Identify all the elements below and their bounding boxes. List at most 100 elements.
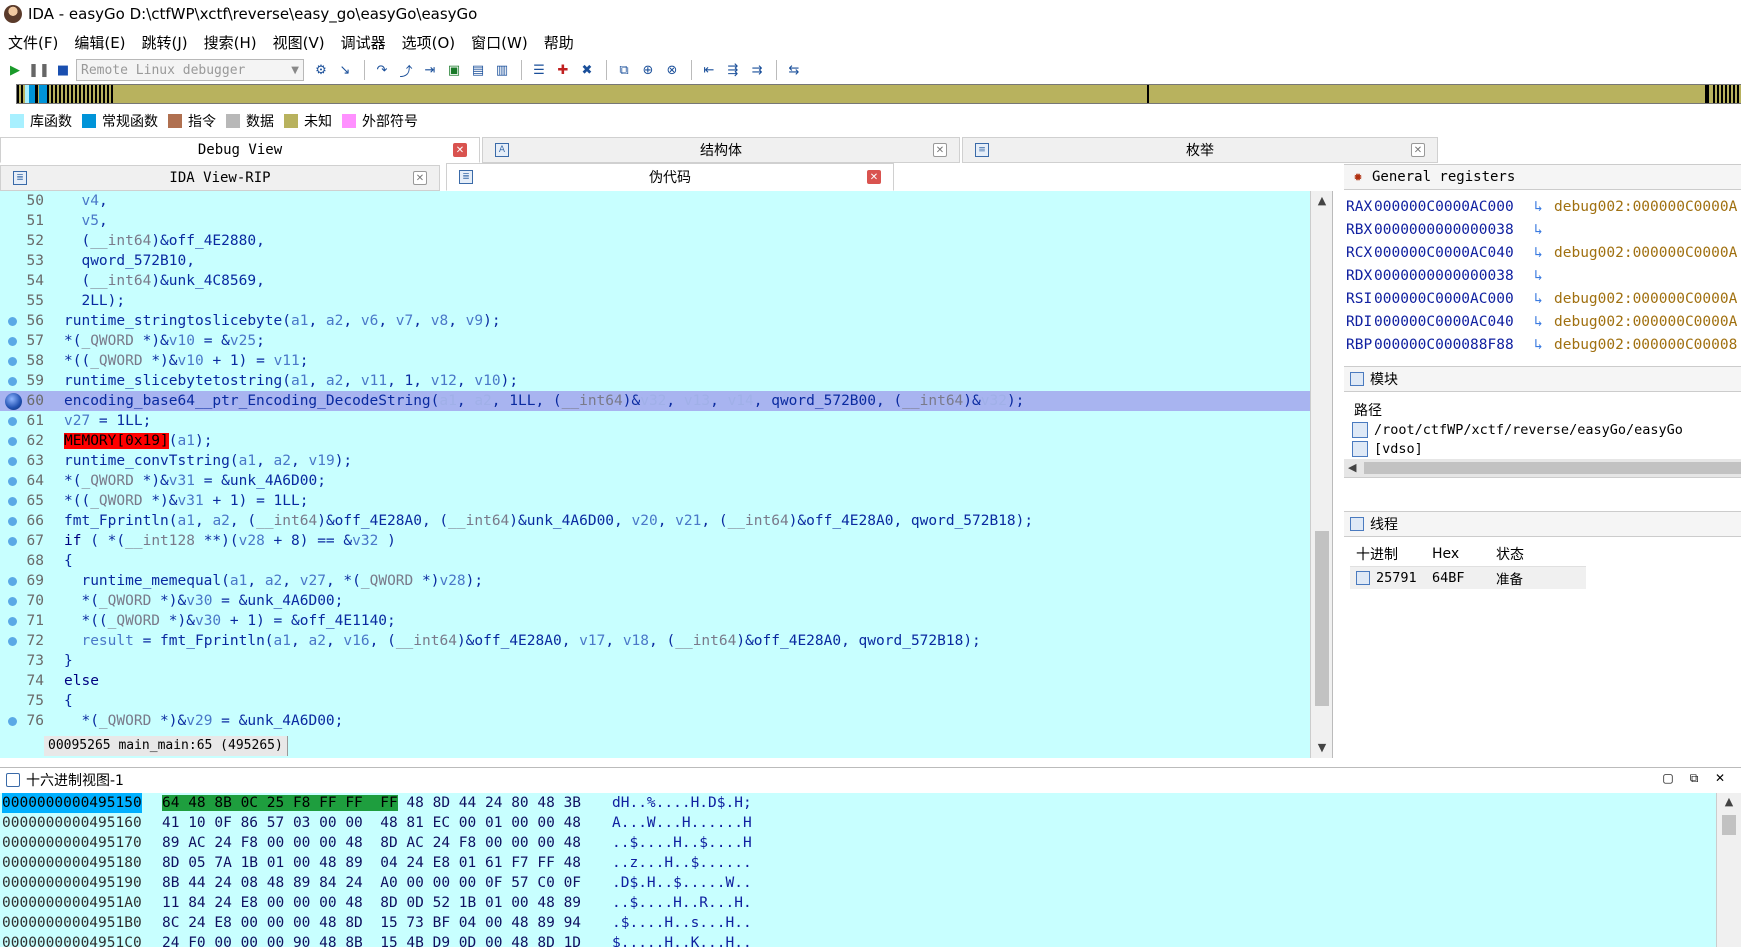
code-line[interactable]: 73} xyxy=(0,651,1310,671)
step-into-icon[interactable]: ↘ xyxy=(334,59,356,81)
hex-row[interactable]: 0000000000495170 89 AC 24 F8 00 00 00 48 … xyxy=(0,833,1716,853)
jump-arrow-icon[interactable]: ↳ xyxy=(1534,242,1554,265)
register-row[interactable]: RDI 000000C0000AC040 ↳ debug002:000000C0000… xyxy=(1344,311,1741,334)
code-line[interactable]: 64 *(_QWORD *)&v31 = &unk_4A6D00; xyxy=(0,471,1310,491)
scrollbar-thumb[interactable] xyxy=(1722,815,1736,835)
register-row[interactable]: RCX 000000C0000AC040 ↳ debug002:000000C0000… xyxy=(1344,242,1741,265)
code-line[interactable]: 57 *(_QWORD *)&v10 = &v25; xyxy=(0,331,1310,351)
hex-row[interactable]: 00000000004951A0 11 84 24 E8 00 00 00 48 … xyxy=(0,893,1716,913)
code-line[interactable]: 75 { xyxy=(0,691,1310,711)
code-line[interactable]: 63 runtime_convTstring(a1, a2, v19); xyxy=(0,451,1310,471)
jump-arrow-icon[interactable]: ↳ xyxy=(1534,288,1554,311)
code-lines[interactable]: 50 v4, 51 v5, 52 (__int64)&off_4E2880, 53 q… xyxy=(0,191,1310,736)
register-row[interactable]: RDX 0000000000000038 ↳ xyxy=(1344,265,1741,288)
scroll-up-icon[interactable]: ▲ xyxy=(1311,191,1333,211)
close-icon[interactable]: ✕ xyxy=(453,143,467,157)
minimize-icon[interactable]: ▢ xyxy=(1655,771,1681,786)
threads-column-state[interactable]: 状态 xyxy=(1490,544,1586,564)
menu-search[interactable]: 搜索(H) xyxy=(196,32,265,53)
tab-ida-view[interactable]: ≣ IDA View-RIP ✕ xyxy=(0,165,440,191)
close-icon[interactable]: ✕ xyxy=(933,143,947,157)
tab-debug-view[interactable]: Debug View ✕ xyxy=(0,137,480,163)
hex-view[interactable]: 0000000000495150 64 48 8B 0C 25 F8 FF FF … xyxy=(0,793,1716,947)
register-row[interactable]: RBP 000000C000088F88 ↳ debug002:000000C0000… xyxy=(1344,334,1741,357)
hex-row[interactable]: 00000000004951C0 24 F0 00 00 00 90 48 8B … xyxy=(0,933,1716,947)
menu-options[interactable]: 选项(O) xyxy=(394,32,464,53)
add-trace-icon[interactable]: ⊕ xyxy=(637,59,659,81)
scroll-down-icon[interactable]: ▼ xyxy=(1311,738,1333,758)
pause-icon[interactable]: ❚❚ xyxy=(28,59,50,81)
code-line[interactable]: 70 *(_QWORD *)&v30 = &unk_4A6D00; xyxy=(0,591,1310,611)
menu-windows[interactable]: 窗口(W) xyxy=(463,32,536,53)
modules-hscrollbar[interactable]: ◀ xyxy=(1344,459,1741,477)
delete-breakpoint-icon[interactable]: ✖ xyxy=(576,59,598,81)
step-over-icon[interactable]: ↷ xyxy=(371,59,393,81)
code-line[interactable]: 56 runtime_stringtoslicebyte(a1, a2, v6, … xyxy=(0,311,1310,331)
float-icon[interactable]: ⧉ xyxy=(1681,771,1707,786)
code-line[interactable]: 58 *((_QWORD *)&v10 + 1) = v11; xyxy=(0,351,1310,371)
threads-column-dec[interactable]: 十进制 xyxy=(1350,544,1426,564)
hex-row[interactable]: 0000000000495160 41 10 0F 86 57 03 00 00 … xyxy=(0,813,1716,833)
instruction-trace-icon[interactable]: ⇤ xyxy=(698,59,720,81)
scrollbar-thumb[interactable] xyxy=(1315,531,1329,706)
scrollbar-thumb[interactable] xyxy=(1364,462,1741,474)
menu-help[interactable]: 帮助 xyxy=(536,32,582,53)
code-line[interactable]: 69 runtime_memequal(a1, a2, v27, *(_QWOR… xyxy=(0,571,1310,591)
play-icon[interactable]: ▶ xyxy=(4,59,26,81)
thread-row[interactable]: 25791 64BF 准备 xyxy=(1350,567,1586,589)
menu-file[interactable]: 文件(F) xyxy=(0,32,66,53)
code-line[interactable]: 50 v4, xyxy=(0,191,1310,211)
code-line[interactable]: 68 { xyxy=(0,551,1310,571)
tab-structures[interactable]: A 结构体 ✕ xyxy=(482,137,960,163)
code-line[interactable]: 55 2LL); xyxy=(0,291,1310,311)
register-row[interactable]: RAX 000000C0000AC000 ↳ debug002:000000C0000… xyxy=(1344,196,1741,219)
tab-enums[interactable]: ≡ 枚举 ✕ xyxy=(962,137,1438,163)
menu-view[interactable]: 视图(V) xyxy=(265,32,333,53)
hex-row[interactable]: 00000000004951B0 8C 24 E8 00 00 00 48 8D … xyxy=(0,913,1716,933)
add-breakpoint-icon[interactable]: ✚ xyxy=(552,59,574,81)
code-line[interactable]: 61 v27 = 1LL; xyxy=(0,411,1310,431)
breakpoints-icon[interactable]: ☰ xyxy=(528,59,550,81)
jump-arrow-icon[interactable]: ↳ xyxy=(1534,196,1554,219)
basic-block-trace-icon[interactable]: ⇉ xyxy=(746,59,768,81)
register-row[interactable]: RBX 0000000000000038 ↳ xyxy=(1344,219,1741,242)
threads-column-hex[interactable]: Hex xyxy=(1426,546,1490,562)
code-line[interactable]: 71 *((_QWORD *)&v30 + 1) = &off_4E1140; xyxy=(0,611,1310,631)
close-icon[interactable]: ✕ xyxy=(867,170,881,184)
register-row[interactable]: RSI 000000C0000AC000 ↳ debug002:000000C0000… xyxy=(1344,288,1741,311)
tab-pseudocode[interactable]: ≣ 伪代码 ✕ xyxy=(446,163,894,191)
close-icon[interactable]: ✕ xyxy=(1411,143,1425,157)
hex-row[interactable]: 0000000000495150 64 48 8B 0C 25 F8 FF FF … xyxy=(0,793,1716,813)
trace-icon[interactable]: ⧉ xyxy=(613,59,635,81)
function-trace-icon[interactable]: ⇶ xyxy=(722,59,744,81)
hex-scrollbar[interactable]: ▲ xyxy=(1716,793,1741,947)
code-line[interactable]: 65 *((_QWORD *)&v31 + 1) = 1LL; xyxy=(0,491,1310,511)
code-line[interactable]: 62 MEMORY[0x19](a1); xyxy=(0,431,1310,451)
jump-arrow-icon[interactable]: ↳ xyxy=(1534,311,1554,334)
hex-row[interactable]: 0000000000495180 8D 05 7A 1B 01 00 48 89 … xyxy=(0,853,1716,873)
code-line[interactable]: 72 result = fmt_Fprintln(a1, a2, v16, (_… xyxy=(0,631,1310,651)
pseudocode-view[interactable]: 50 v4, 51 v5, 52 (__int64)&off_4E2880, 53 q… xyxy=(0,191,1333,758)
code-line[interactable]: 60 encoding_base64__ptr_Encoding_DecodeSt… xyxy=(0,391,1310,411)
code-line[interactable]: 66 fmt_Fprintln(a1, a2, (__int64)&off_4E2… xyxy=(0,511,1310,531)
code-line[interactable]: 51 v5, xyxy=(0,211,1310,231)
close-icon[interactable]: ✕ xyxy=(1707,771,1733,786)
close-icon[interactable]: ✕ xyxy=(413,171,427,185)
jump-arrow-icon[interactable]: ↳ xyxy=(1534,219,1554,242)
code-line[interactable]: 53 qword_572B10, xyxy=(0,251,1310,271)
module-row[interactable]: [vdso] xyxy=(1344,439,1741,458)
navigation-band[interactable] xyxy=(16,84,1741,104)
hex-row[interactable]: 0000000000495190 8B 44 24 08 48 89 84 24 … xyxy=(0,873,1716,893)
attach-process-icon[interactable]: ⚙ xyxy=(310,59,332,81)
scroll-up-icon[interactable]: ▲ xyxy=(1717,793,1741,811)
step-out-icon[interactable]: ⤴ xyxy=(395,59,417,81)
jump-arrow-icon[interactable]: ↳ xyxy=(1534,265,1554,288)
debugger-select[interactable]: Remote Linux debugger ▼ xyxy=(76,59,304,81)
run-to-cursor-icon[interactable]: ⇥ xyxy=(419,59,441,81)
run-until-return-icon[interactable]: ▣ xyxy=(443,59,465,81)
menu-jump[interactable]: 跳转(J) xyxy=(134,32,196,53)
menu-debugger[interactable]: 调试器 xyxy=(333,32,394,53)
code-line[interactable]: 52 (__int64)&off_4E2880, xyxy=(0,231,1310,251)
jump-arrow-icon[interactable]: ↳ xyxy=(1534,334,1554,357)
module-row[interactable]: /root/ctfWP/xctf/reverse/easyGo/easyGo xyxy=(1344,420,1741,439)
